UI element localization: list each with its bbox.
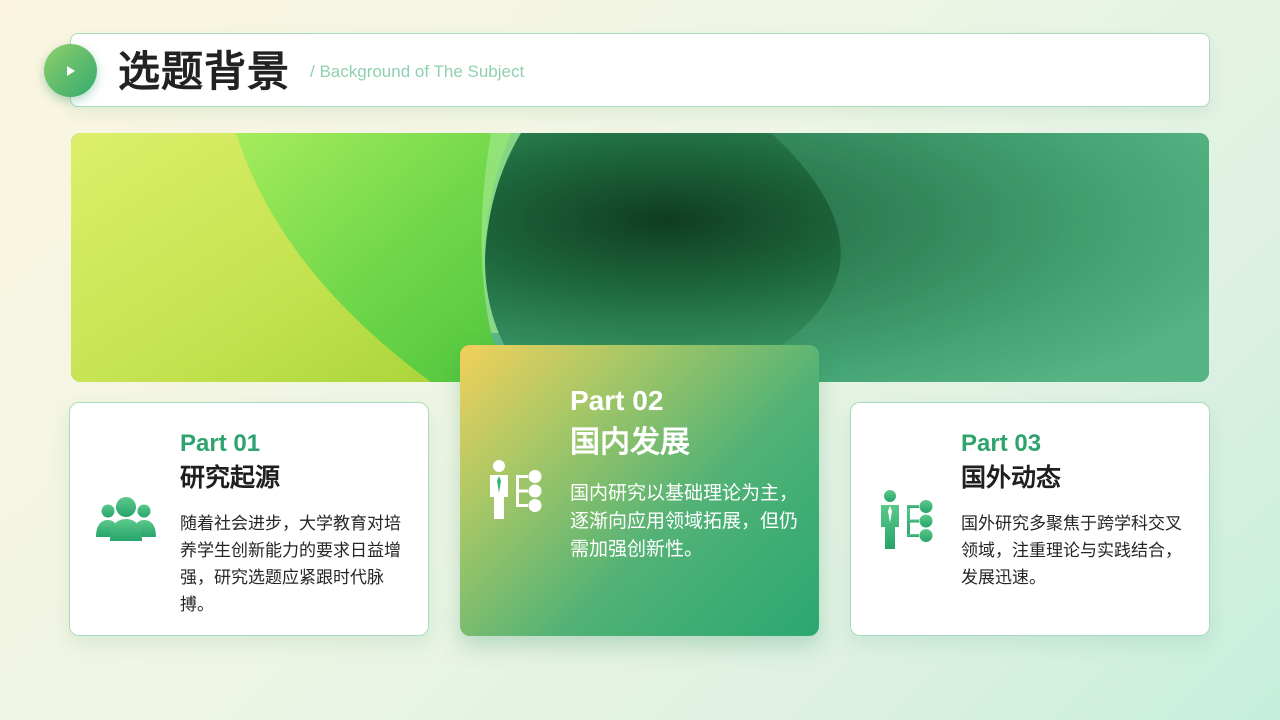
page-title: 选题背景 [118,47,291,96]
card-part-02: Part 02 国内发展 国内研究以基础理论为主，逐渐向应用领域拓展，但仍需加强… [460,345,819,636]
card-title: 研究起源 [180,463,281,492]
card-part-label: Part 02 [570,385,664,416]
card-body: 国内研究以基础理论为主，逐渐向应用领域拓展，但仍需加强创新性。 [570,482,799,560]
card-title: 国内发展 [570,425,690,460]
card-body: 随着社会进步，大学教育对培养学生创新能力的要求日益增强，研究选题应紧跟时代脉搏。 [180,514,401,615]
person-network-icon [879,489,937,555]
card-title: 国外动态 [961,463,1062,492]
card-body: 国外研究多聚焦于跨学科交叉领域，注重理论与实践结合，发展迅速。 [961,514,1182,588]
card-part-label: Part 03 [961,430,1042,457]
card-part-03: Part 03 国外动态 国外研究多聚焦于跨学科交叉领域，注重理论与实践结合，发… [850,402,1210,636]
card-part-01: Part 01 研究起源 随着社会进步，大学教育对培养学生创新能力的要求日益增强… [69,402,429,636]
people-group-icon [96,495,156,547]
page-subtitle: / Background of The Subject [310,62,525,81]
person-network-icon [488,459,546,525]
header-badge [44,44,97,97]
card-part-label: Part 01 [180,430,261,457]
play-icon [67,66,75,76]
